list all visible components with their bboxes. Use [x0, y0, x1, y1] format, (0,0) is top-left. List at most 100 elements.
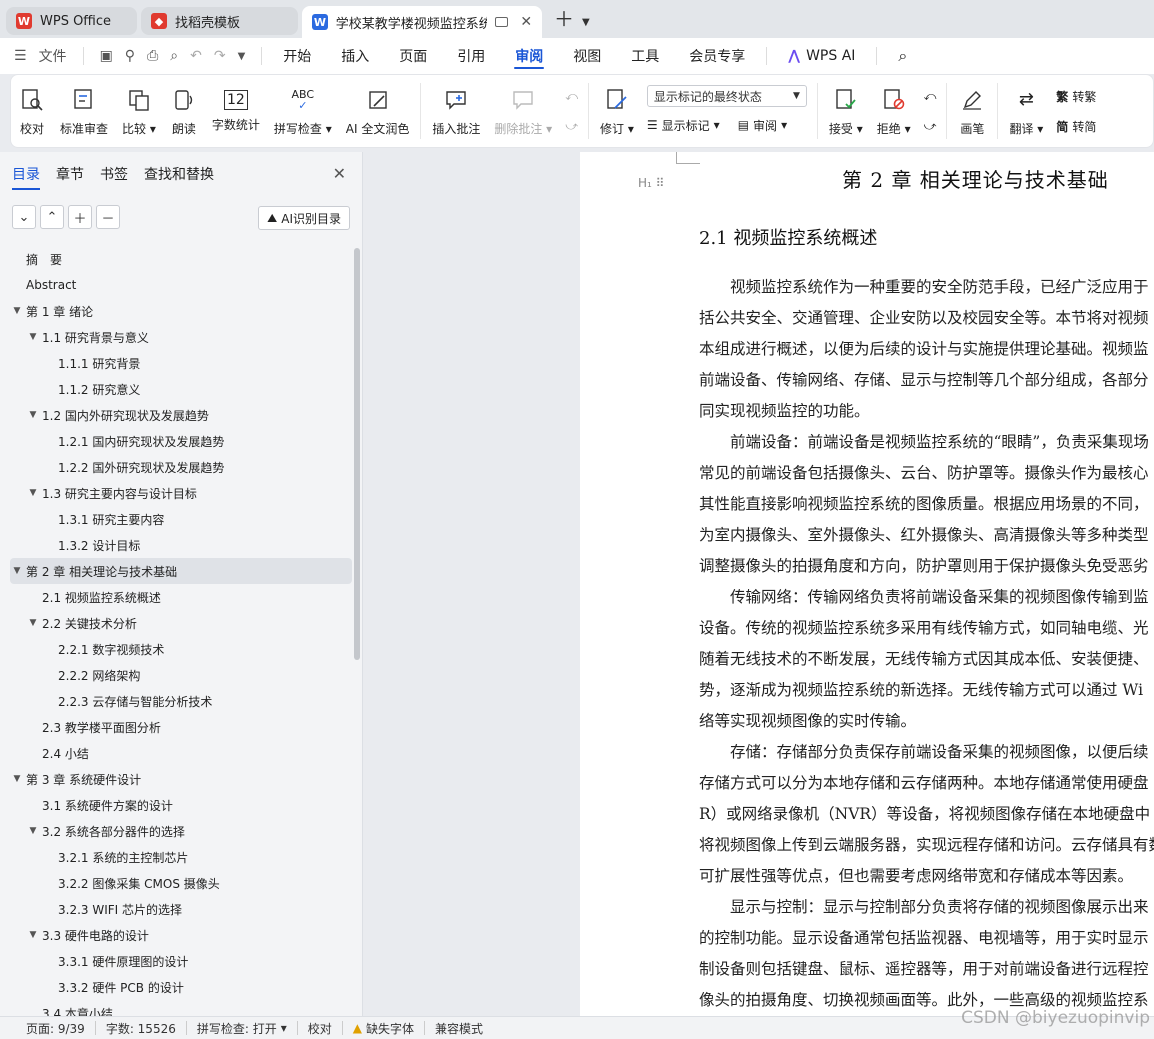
menu-member[interactable]: 会员专享	[674, 38, 760, 74]
toc-item[interactable]: 1.3.2 设计目标	[10, 532, 352, 558]
toc-item[interactable]: 2.2.2 网络架构	[10, 662, 352, 688]
word-count-button[interactable]: 12 字数统计	[205, 76, 267, 146]
menu-insert[interactable]: 插入	[326, 38, 384, 74]
toc-item[interactable]: 3.2.3 WIFI 芯片的选择	[10, 896, 352, 922]
tab-find-replace[interactable]: 查找和替换	[144, 164, 228, 192]
menu-start[interactable]: 开始	[268, 38, 326, 74]
ai-proofread-button[interactable]: AI 全文润色	[339, 76, 417, 146]
tab-template[interactable]: ◆ 找稻壳模板	[141, 7, 299, 35]
standard-review-button[interactable]: 标准审查	[53, 76, 115, 146]
toc-item[interactable]: 2.2.1 数字视频技术	[10, 636, 352, 662]
proofread-button[interactable]: 校对	[11, 76, 53, 146]
new-tab-icon[interactable]: ＋	[554, 3, 574, 32]
expand-arrow-icon[interactable]: ▼	[10, 566, 24, 576]
toc-item[interactable]: 摘 要	[10, 246, 352, 272]
expand-arrow-icon[interactable]: ▼	[26, 618, 40, 628]
toc-item[interactable]: ▼ 第 3 章 系统硬件设计	[10, 766, 352, 792]
next-change-icon[interactable]: ⤻	[924, 114, 937, 138]
add-level-icon[interactable]: ＋	[68, 205, 92, 229]
prev-change-icon[interactable]: ⤺	[924, 84, 937, 108]
toc-item[interactable]: 1.2.2 国外研究现状及发展趋势	[10, 454, 352, 480]
monitor-icon[interactable]	[494, 17, 509, 27]
collapse-up-icon[interactable]: ⌃	[40, 205, 64, 229]
expand-arrow-icon[interactable]: ▼	[10, 774, 24, 784]
toc-item[interactable]: Abstract	[10, 272, 352, 298]
toc-item[interactable]: ▼ 3.3 硬件电路的设计	[10, 922, 352, 948]
save-icon[interactable]: ▣	[100, 48, 113, 64]
menu-reference[interactable]: 引用	[442, 38, 500, 74]
toc-item[interactable]: 2.1 视频监控系统概述	[10, 584, 352, 610]
expand-arrow-icon[interactable]: ▼	[26, 332, 40, 342]
accept-button[interactable]: 接受 ▾	[822, 76, 870, 146]
toc-item[interactable]: ▼ 1.3 研究主要内容与设计目标	[10, 480, 352, 506]
close-tab-icon[interactable]: ✕	[520, 14, 532, 30]
expand-arrow-icon[interactable]: ▼	[26, 488, 40, 498]
tab-dropdown-icon[interactable]: ▼	[582, 17, 590, 28]
menu-view[interactable]: 视图	[558, 38, 616, 74]
toc-item[interactable]: ▼ 2.2 关键技术分析	[10, 610, 352, 636]
document-page[interactable]: H₁ ⠿ 第 2 章 相关理论与技术基础 2.1 视频监控系统概述 视频监控系统…	[580, 152, 1154, 1016]
toc-item[interactable]: 3.4 本章小结	[10, 1000, 352, 1017]
track-changes-button[interactable]: 修订 ▾	[593, 76, 641, 146]
expand-arrow-icon[interactable]: ▼	[26, 826, 40, 836]
missing-font-indicator[interactable]: ▲ 缺失字体	[343, 1020, 424, 1037]
read-aloud-button[interactable]: 朗读	[163, 76, 205, 146]
print-preview-icon[interactable]: ⌕	[170, 48, 178, 64]
pen-button[interactable]: 画笔	[951, 76, 993, 146]
share-icon[interactable]: ⚲	[125, 48, 135, 64]
proof-indicator[interactable]: 校对	[298, 1020, 342, 1037]
toc-item[interactable]: 3.2.2 图像采集 CMOS 摄像头	[10, 870, 352, 896]
tab-bookmarks[interactable]: 书签	[100, 164, 142, 192]
reject-button[interactable]: 拒绝 ▾	[870, 76, 918, 146]
document-body[interactable]: 视频监控系统作为一种重要的安全防范手段，已经广泛应用于 括公共安全、交通管理、企业…	[699, 272, 1154, 1016]
collapse-down-icon[interactable]: ⌄	[12, 205, 36, 229]
spell-check-button[interactable]: ABC ✓ 拼写检查 ▾	[267, 76, 339, 146]
tab-wps-office[interactable]: W WPS Office	[6, 7, 138, 35]
toc-item[interactable]: ▼ 3.2 系统各部分器件的选择	[10, 818, 352, 844]
expand-arrow-icon[interactable]: ▼	[26, 410, 40, 420]
tab-document[interactable]: W 学校某教学楼视频监控系统的 ✕	[302, 6, 543, 38]
toc-item[interactable]: 3.2.1 系统的主控制芯片	[10, 844, 352, 870]
more-icon[interactable]: ▼	[238, 51, 246, 62]
menu-tools[interactable]: 工具	[616, 38, 674, 74]
page-indicator[interactable]: 页面: 9/39	[16, 1020, 95, 1037]
insert-comment-button[interactable]: 插入批注	[425, 76, 487, 146]
expand-arrow-icon[interactable]: ▼	[26, 930, 40, 940]
toc-item[interactable]: ▼ 1.2 国内外研究现状及发展趋势	[10, 402, 352, 428]
toc-item[interactable]: 1.1.1 研究背景	[10, 350, 352, 376]
toc-item[interactable]: 2.2.3 云存储与智能分析技术	[10, 688, 352, 714]
search-icon[interactable]: ⌕	[883, 38, 922, 74]
next-comment-icon[interactable]: ⤻	[565, 114, 578, 138]
close-pane-icon[interactable]: ✕	[333, 164, 346, 183]
file-menu[interactable]: ☰ 文件	[14, 46, 77, 66]
toc-item[interactable]: 3.3.2 硬件 PCB 的设计	[10, 974, 352, 1000]
translate-button[interactable]: ⇄ 翻译 ▾	[1002, 76, 1050, 146]
review-pane-button[interactable]: ▤ 审阅 ▾	[738, 117, 787, 134]
delete-comment-button[interactable]: 删除批注 ▾	[487, 76, 559, 146]
tab-toc[interactable]: 目录	[12, 164, 54, 192]
menu-wps-ai[interactable]: ⋀ WPS AI	[773, 38, 870, 74]
toc-item[interactable]: 1.3.1 研究主要内容	[10, 506, 352, 532]
toc-item[interactable]: ▼ 第 1 章 绪论	[10, 298, 352, 324]
remove-level-icon[interactable]: －	[96, 205, 120, 229]
toc-item[interactable]: ▼ 第 2 章 相关理论与技术基础	[10, 558, 352, 584]
prev-comment-icon[interactable]: ⤺	[565, 84, 578, 108]
toc-item[interactable]: 1.1.2 研究意义	[10, 376, 352, 402]
show-markup-button[interactable]: ☰ 显示标记 ▾	[647, 117, 720, 134]
toc-item[interactable]: ▼ 1.1 研究背景与意义	[10, 324, 352, 350]
markup-select[interactable]: 显示标记的最终状态 ▼	[646, 85, 807, 107]
toc-item[interactable]: 3.3.1 硬件原理图的设计	[10, 948, 352, 974]
menu-page[interactable]: 页面	[384, 38, 442, 74]
compare-button[interactable]: 比较 ▾	[115, 76, 163, 146]
tab-sections[interactable]: 章节	[56, 164, 98, 192]
toc-item[interactable]: 2.3 教学楼平面图分析	[10, 714, 352, 740]
undo-icon[interactable]: ↶	[190, 48, 202, 64]
redo-icon[interactable]: ↷	[214, 48, 226, 64]
word-count-indicator[interactable]: 字数: 15526	[96, 1020, 186, 1037]
menu-review[interactable]: 审阅	[500, 38, 558, 74]
toc-scrollbar[interactable]	[354, 248, 360, 660]
toc-item[interactable]: 2.4 小结	[10, 740, 352, 766]
spell-check-indicator[interactable]: 拼写检查: 打开 ▾	[187, 1020, 297, 1037]
ai-toc-button[interactable]: ⛰ AI识别目录	[258, 206, 350, 230]
heading-handle-icon[interactable]: H₁ ⠿	[638, 176, 664, 190]
